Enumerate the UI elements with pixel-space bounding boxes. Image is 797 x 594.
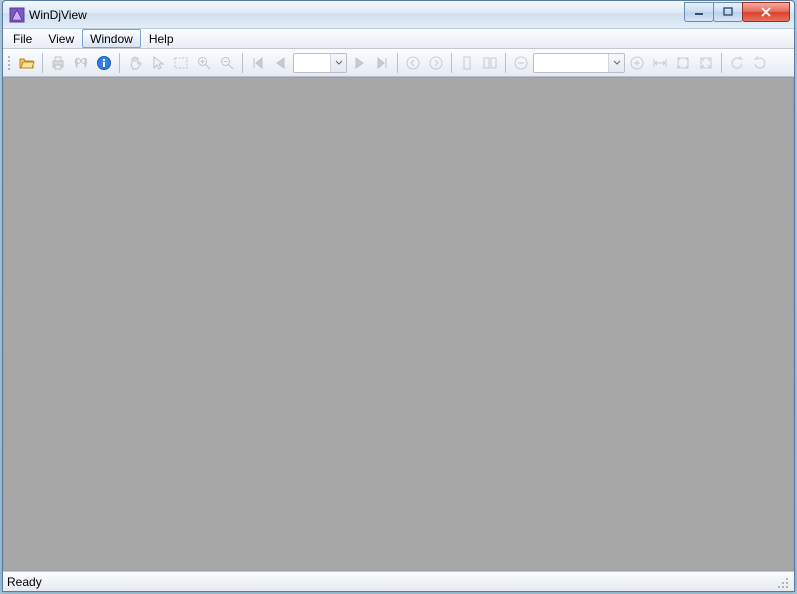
info-button[interactable] [93,52,115,74]
facing-pages-button[interactable] [479,52,501,74]
hand-tool-button[interactable] [124,52,146,74]
page-combo[interactable] [293,53,347,73]
document-area [3,77,794,571]
single-page-button[interactable] [456,52,478,74]
maximize-button[interactable] [713,2,743,22]
zoom-decrease-button[interactable] [510,52,532,74]
zoom-increase-button[interactable] [626,52,648,74]
app-window: WinDjView File View Window Help [2,0,795,592]
actual-size-button[interactable] [695,52,717,74]
first-page-button[interactable] [247,52,269,74]
toolbar-grip[interactable] [7,53,13,73]
close-button[interactable] [742,2,790,22]
print-button[interactable] [47,52,69,74]
fit-width-button[interactable] [649,52,671,74]
title-bar[interactable]: WinDjView [3,1,794,29]
rotate-left-button[interactable] [726,52,748,74]
menu-window[interactable]: Window [82,29,141,48]
fit-page-button[interactable] [672,52,694,74]
minimize-button[interactable] [684,2,714,22]
zoom-combo[interactable] [533,53,625,73]
find-button[interactable] [70,52,92,74]
zoom-in-button[interactable] [193,52,215,74]
nav-back-button[interactable] [402,52,424,74]
window-controls [685,2,790,22]
chevron-down-icon [330,54,346,72]
menu-bar: File View Window Help [3,29,794,49]
menu-view[interactable]: View [40,29,82,48]
marquee-tool-button[interactable] [170,52,192,74]
rotate-right-button[interactable] [749,52,771,74]
select-tool-button[interactable] [147,52,169,74]
app-icon [9,7,25,23]
toolbar [3,49,794,77]
prev-page-button[interactable] [270,52,292,74]
chevron-down-icon [608,54,624,72]
nav-forward-button[interactable] [425,52,447,74]
next-page-button[interactable] [348,52,370,74]
status-bar: Ready [3,571,794,591]
open-button[interactable] [16,52,38,74]
menu-help[interactable]: Help [141,29,182,48]
menu-file[interactable]: File [5,29,40,48]
resize-grip[interactable] [776,576,790,590]
zoom-out-button[interactable] [216,52,238,74]
last-page-button[interactable] [371,52,393,74]
status-text: Ready [7,575,776,589]
window-title: WinDjView [29,8,87,22]
